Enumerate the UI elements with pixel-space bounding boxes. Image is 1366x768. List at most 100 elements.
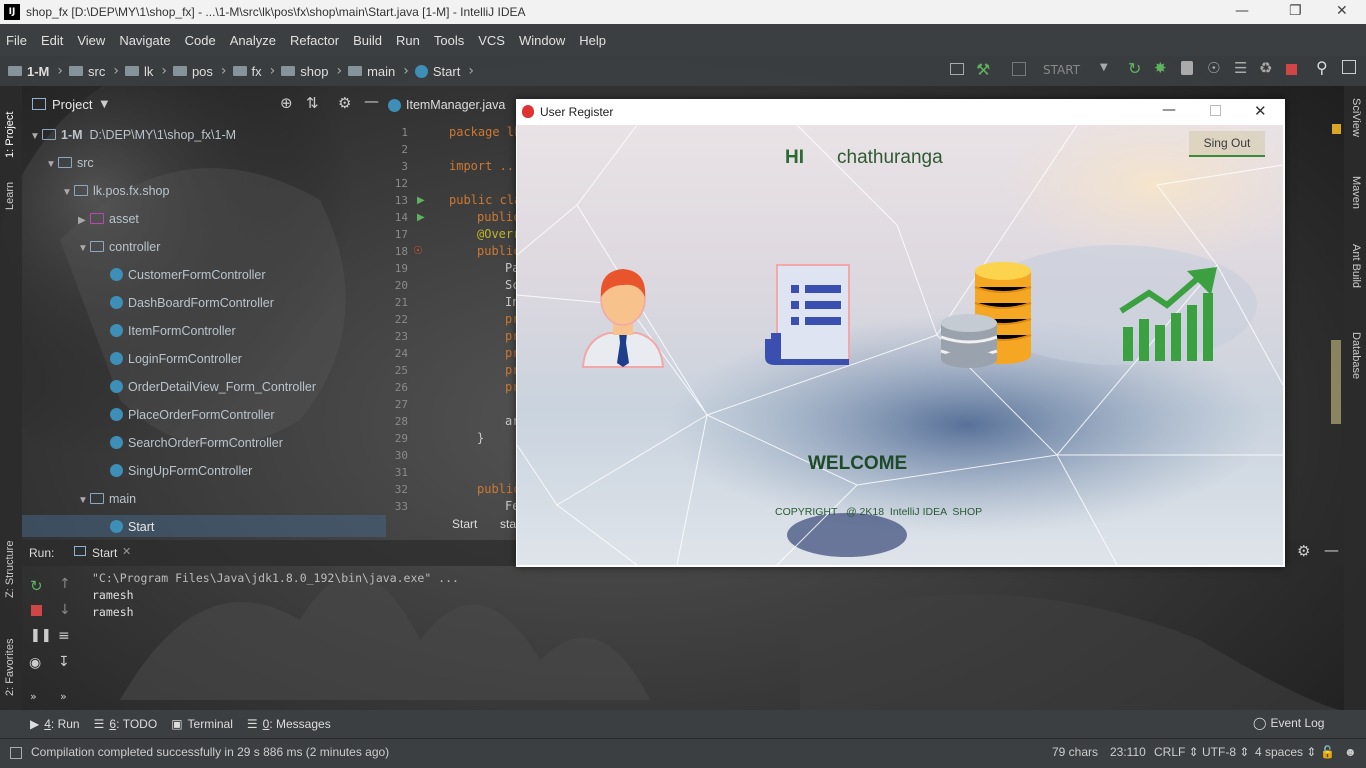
tool-tab-sciview[interactable]: SciView: [1350, 98, 1362, 137]
close-icon[interactable]: ✕: [1254, 102, 1267, 120]
run-gutter-icon[interactable]: ▶: [417, 212, 425, 223]
close-icon[interactable]: ✕: [1336, 3, 1348, 19]
run-tab-start[interactable]: Start: [92, 546, 117, 560]
growth-chart-icon[interactable]: [1117, 265, 1227, 365]
status-line-separator[interactable]: CRLF ⇕: [1154, 745, 1199, 759]
stop-icon[interactable]: [1286, 64, 1297, 75]
tool-tab-learn[interactable]: Learn: [4, 182, 16, 210]
status-encoding[interactable]: UTF-8 ⇕: [1202, 745, 1249, 759]
debug-bug-icon[interactable]: ✸: [1154, 59, 1167, 77]
breadcrumb-main[interactable]: main: [348, 64, 395, 79]
tree-item-start[interactable]: Start: [110, 520, 154, 534]
tool-tab-structure[interactable]: Z: Structure: [4, 541, 16, 598]
arrow-down-icon[interactable]: ↓: [59, 602, 71, 618]
chevron-down-icon[interactable]: ▼: [1100, 62, 1108, 73]
tree-item-main[interactable]: ▼ main: [78, 492, 136, 506]
lock-icon[interactable]: 🔓: [1320, 745, 1335, 759]
tool-window-run[interactable]: ▶ 4: Run: [30, 717, 80, 731]
run-config-select[interactable]: START: [1043, 63, 1080, 77]
status-indent[interactable]: 4 spaces ⇕: [1255, 745, 1316, 759]
breadcrumb-lk[interactable]: lk: [124, 64, 153, 79]
menu-refactor[interactable]: Refactor: [290, 33, 339, 48]
menu-file[interactable]: File: [6, 33, 27, 48]
collapse-icon[interactable]: ⇅: [306, 94, 319, 112]
camera-icon[interactable]: ◉: [29, 655, 41, 671]
menu-edit[interactable]: Edit: [41, 33, 63, 48]
menu-help[interactable]: Help: [579, 33, 606, 48]
rerun-icon[interactable]: ↻: [1128, 59, 1141, 78]
tool-tab-favorites[interactable]: 2: Favorites: [4, 639, 16, 696]
event-log-button[interactable]: ◯ Event Log: [1253, 716, 1324, 730]
menu-view[interactable]: View: [77, 33, 105, 48]
warning-marker[interactable]: [1332, 124, 1341, 134]
stop-icon[interactable]: [31, 605, 42, 616]
frame-icon[interactable]: [950, 63, 964, 75]
gear-icon[interactable]: ⚙: [338, 94, 351, 112]
tree-item-class[interactable]: SearchOrderFormController: [110, 436, 283, 450]
restore-icon[interactable]: ❐: [1289, 3, 1302, 19]
tree-item-class[interactable]: OrderDetailView_Form_Controller: [110, 380, 316, 394]
search-icon[interactable]: ⚲: [1316, 58, 1328, 77]
menu-analyze[interactable]: Analyze: [230, 33, 276, 48]
more-icon[interactable]: »: [60, 690, 67, 703]
tool-tab-ant-build[interactable]: Ant Build: [1350, 244, 1362, 288]
locate-icon[interactable]: ⊕: [280, 94, 293, 112]
status-position[interactable]: 23:110: [1110, 745, 1146, 759]
tool-tab-project[interactable]: 1: Project: [4, 112, 16, 158]
breadcrumb-start[interactable]: Start: [414, 64, 460, 79]
menu-tools[interactable]: Tools: [434, 33, 464, 48]
coverage-icon[interactable]: [1181, 61, 1193, 75]
tree-item-class[interactable]: DashBoardFormController: [110, 296, 274, 310]
maximize-icon[interactable]: [1210, 105, 1221, 116]
breadcrumb-src[interactable]: src: [69, 64, 105, 79]
notifications-icon[interactable]: ☻: [1344, 745, 1357, 759]
tree-item-src[interactable]: ▼ src: [46, 156, 94, 170]
close-tab-icon[interactable]: ✕: [122, 545, 131, 558]
coins-database-icon[interactable]: [937, 261, 1037, 369]
list-icon[interactable]: ☰: [1234, 59, 1247, 77]
more-icon[interactable]: »: [30, 690, 37, 703]
status-message[interactable]: Compilation completed successfully in 29…: [31, 745, 389, 759]
tree-item-controller[interactable]: ▼ controller: [78, 240, 160, 254]
tool-window-todo[interactable]: ☰ 6: TODO: [94, 717, 158, 731]
hide-panel-icon[interactable]: —: [1324, 541, 1339, 559]
chevron-down-icon[interactable]: ▼: [100, 99, 108, 110]
tree-item-class[interactable]: LoginFormController: [110, 352, 242, 366]
tool-tab-database[interactable]: Database: [1350, 332, 1362, 379]
grid-icon[interactable]: [1342, 60, 1356, 74]
hide-panel-icon[interactable]: —: [364, 92, 379, 110]
editor-tab-itemmanager[interactable]: ItemManager.java: [388, 92, 505, 118]
override-gutter-icon[interactable]: ☉: [413, 244, 423, 257]
tree-item-asset[interactable]: ▶ asset: [78, 212, 139, 226]
menu-run[interactable]: Run: [396, 33, 420, 48]
minimize-icon[interactable]: —: [1162, 102, 1176, 118]
editor-breadcrumb-method[interactable]: sta: [500, 517, 516, 531]
sign-out-button[interactable]: Sing Out: [1189, 131, 1265, 157]
breadcrumb-pos[interactable]: pos: [172, 64, 213, 79]
user-icon[interactable]: [579, 263, 667, 369]
tree-root[interactable]: ▼ 1-M D:\DEP\MY\1\shop_fx\1-M: [30, 128, 236, 142]
tool-window-messages[interactable]: ☰ 0: Messages: [247, 717, 331, 731]
build-hammer-icon[interactable]: ⚒: [976, 60, 990, 79]
breadcrumb-fx[interactable]: fx: [232, 64, 262, 79]
arrow-up-icon[interactable]: ↑: [59, 576, 71, 592]
breadcrumb-shop[interactable]: shop: [281, 64, 328, 79]
editor-breadcrumb-start[interactable]: Start: [452, 517, 477, 531]
breadcrumb-1-m[interactable]: 1-M: [8, 64, 49, 79]
pause-icon[interactable]: ❚❚: [30, 628, 52, 643]
tree-item-class[interactable]: CustomerFormController: [110, 268, 266, 282]
menu-build[interactable]: Build: [353, 33, 382, 48]
gear-icon[interactable]: ⚙: [1297, 542, 1310, 560]
run-gutter-icon[interactable]: ▶: [417, 195, 425, 206]
editor-scrollbar[interactable]: [1331, 340, 1341, 424]
tree-item-class[interactable]: ItemFormController: [110, 324, 236, 338]
restart-icon[interactable]: ♻: [1259, 59, 1272, 77]
tool-tab-maven[interactable]: Maven: [1350, 176, 1362, 209]
minimize-icon[interactable]: —: [1235, 3, 1249, 19]
menu-vcs[interactable]: VCS: [478, 33, 505, 48]
document-list-icon[interactable]: [763, 263, 855, 367]
menu-window[interactable]: Window: [519, 33, 565, 48]
status-panel-icon[interactable]: [10, 747, 22, 759]
tree-item-class[interactable]: PlaceOrderFormController: [110, 408, 275, 422]
tool-window-terminal[interactable]: ▣ Terminal: [171, 717, 233, 731]
